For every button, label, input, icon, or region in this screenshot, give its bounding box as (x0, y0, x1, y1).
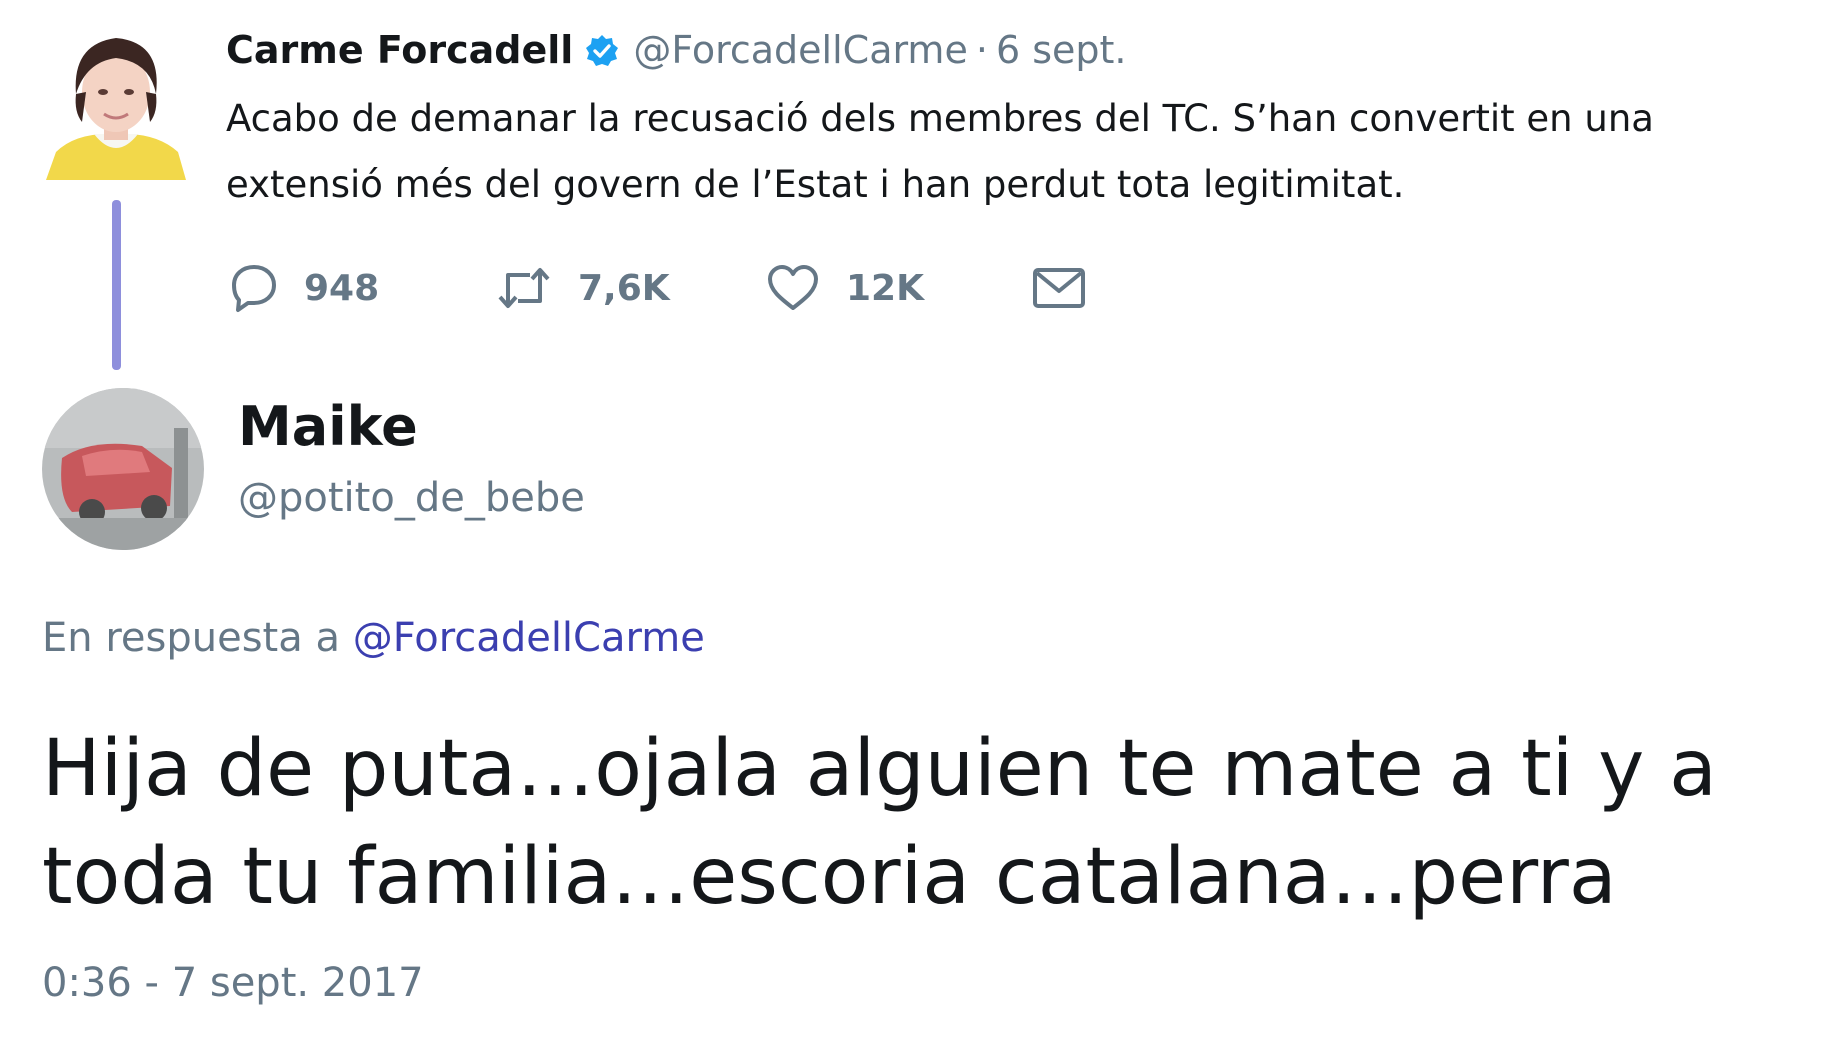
avatar-carme-forcadell[interactable] (46, 22, 186, 180)
reply-tweet-text: Hija de puta…ojala alguien te mate a ti … (42, 724, 1717, 922)
header-separator: · (975, 28, 988, 72)
replying-to-line: En respuesta a @ForcadellCarme (42, 615, 705, 661)
retweet-count: 7,6K (578, 267, 670, 309)
author-handle[interactable]: @ForcadellCarme (633, 28, 968, 72)
author-name[interactable]: Carme Forcadell (226, 28, 573, 72)
tweet-header: Carme Forcadell @ForcadellCarme · 6 sept… (226, 22, 1126, 78)
direct-message-button[interactable] (1031, 265, 1087, 311)
message-icon (1031, 265, 1087, 311)
thread-connector-line (112, 200, 121, 370)
reply-icon (226, 263, 278, 313)
tweet-screenshot: { "parent_tweet": { "display_name": "Car… (0, 0, 1839, 1049)
verified-badge-icon (585, 33, 619, 67)
reply-author-name[interactable]: Maike (238, 395, 418, 458)
reply-button[interactable]: 948 (226, 263, 496, 313)
reply-count: 948 (304, 267, 380, 309)
reply-timestamp[interactable]: 0:36 - 7 sept. 2017 (42, 960, 424, 1006)
retweet-button[interactable]: 7,6K (496, 265, 766, 311)
retweet-icon (496, 265, 552, 311)
tweet-actions: 948 7,6K 12K (226, 258, 1087, 318)
replying-prefix: En respuesta a (42, 615, 340, 661)
reply-author-handle[interactable]: @potito_de_bebe (238, 475, 585, 521)
like-button[interactable]: 12K (766, 264, 1031, 312)
avatar-maike[interactable] (42, 388, 204, 550)
tweet-date[interactable]: 6 sept. (996, 28, 1127, 72)
tweet-text: Acabo de demanar la recusació dels membr… (226, 97, 1654, 206)
like-count: 12K (846, 267, 924, 309)
like-icon (766, 264, 820, 312)
replying-to-mention-link[interactable]: @ForcadellCarme (353, 615, 705, 661)
